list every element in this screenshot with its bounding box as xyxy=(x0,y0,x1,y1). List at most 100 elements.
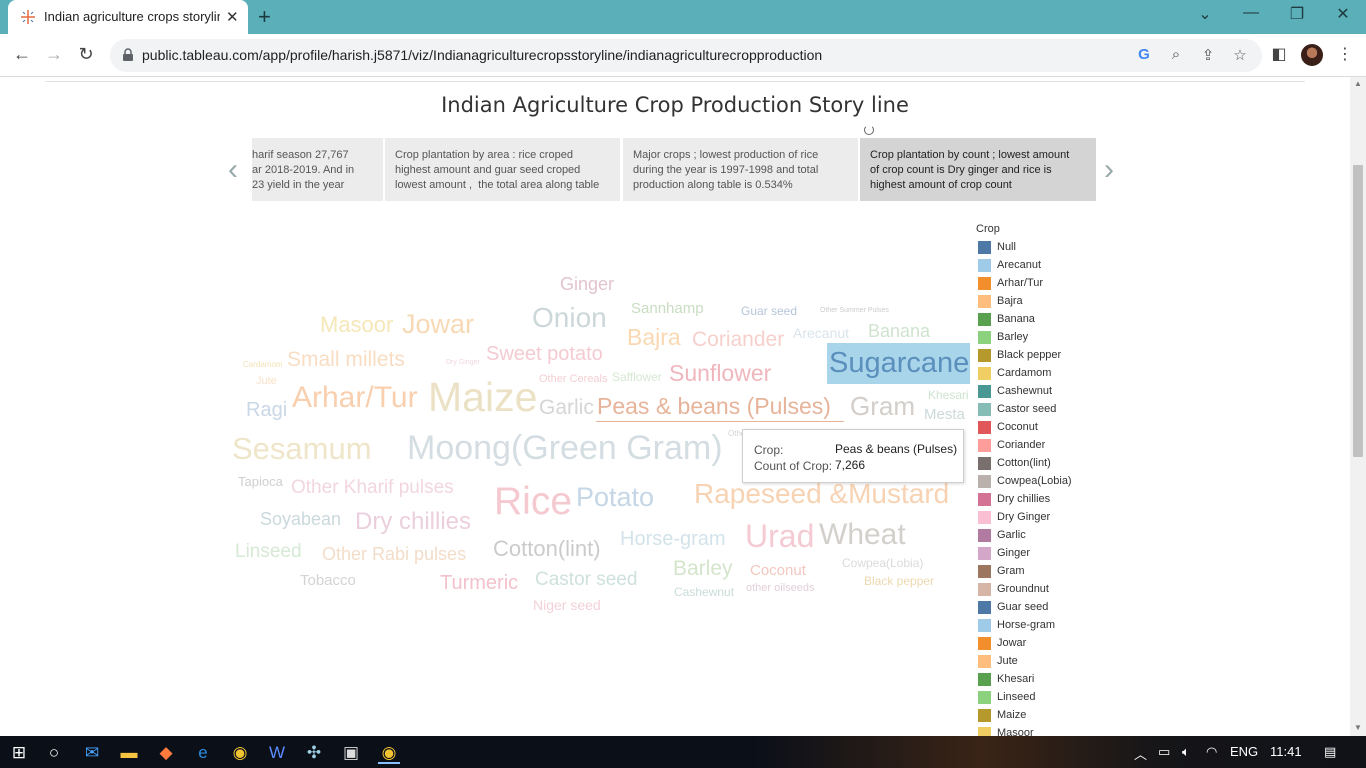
forward-icon[interactable]: → xyxy=(42,44,66,65)
file-explorer-icon[interactable]: ▬ xyxy=(118,742,140,764)
word-jowar[interactable]: Jowar xyxy=(402,311,474,338)
word-dry-ginger[interactable]: Dry Ginger xyxy=(446,359,480,366)
word-moong-green-gram[interactable]: Moong(Green Gram) xyxy=(407,431,723,465)
writer-icon[interactable]: W xyxy=(266,742,288,764)
tableau-icon[interactable]: ✣ xyxy=(303,742,325,764)
word-onion[interactable]: Onion xyxy=(532,304,607,332)
word-soyabean[interactable]: Soyabean xyxy=(260,510,341,528)
word-ragi[interactable]: Ragi xyxy=(246,400,287,420)
wifi-icon[interactable]: ◠ xyxy=(1206,744,1217,760)
word-rice[interactable]: Rice xyxy=(494,482,572,521)
word-tobacco[interactable]: Tobacco xyxy=(300,573,356,588)
word-sugarcane-highlighted[interactable]: Sugarcane xyxy=(827,343,970,384)
tab-close-icon[interactable]: ✕ xyxy=(226,8,239,26)
side-panel-icon[interactable]: ◧ xyxy=(1268,44,1290,64)
word-castor-seed[interactable]: Castor seed xyxy=(535,570,637,589)
word-urad[interactable]: Urad xyxy=(745,520,814,552)
chrome-active-icon[interactable]: ◉ xyxy=(378,742,400,764)
clock[interactable]: 11:41 xyxy=(1270,744,1302,759)
word-other-oilseeds[interactable]: other oilseeds xyxy=(746,583,815,594)
word-safflower[interactable]: Safflower xyxy=(612,371,662,383)
word-horse-gram[interactable]: Horse-gram xyxy=(620,529,726,549)
word-peas-beans-pulses[interactable]: Peas & beans (Pulses) xyxy=(597,395,831,418)
story-next-arrow-icon[interactable]: › xyxy=(1104,153,1114,187)
battery-icon[interactable]: ▭ xyxy=(1158,744,1170,760)
photos-icon[interactable]: ▣ xyxy=(340,742,362,764)
word-cardamom[interactable]: Cardamom xyxy=(243,361,283,369)
notifications-icon[interactable]: ▤ xyxy=(1324,744,1336,760)
profile-avatar[interactable] xyxy=(1301,44,1323,66)
browser-toolbar: ← → ↻ public.tableau.com/app/profile/har… xyxy=(0,34,1366,77)
word-other-cereals[interactable]: Other Cereals xyxy=(539,374,607,385)
word-other-kharif-pulses[interactable]: Other Kharif pulses xyxy=(291,478,454,497)
word-coconut[interactable]: Coconut xyxy=(750,563,806,578)
word-potato[interactable]: Potato xyxy=(576,484,654,511)
chrome-icon[interactable]: ◉ xyxy=(229,742,251,764)
story-point-4-active[interactable]: Crop plantation by count ; lowest amount… xyxy=(860,138,1096,201)
word-dry-chillies[interactable]: Dry chillies xyxy=(355,510,471,534)
word-small-millets[interactable]: Small millets xyxy=(287,349,405,370)
volume-icon[interactable]: 🔈︎ xyxy=(1182,744,1190,760)
search-circle-icon[interactable]: ○ xyxy=(43,742,65,764)
scrollbar-thumb[interactable] xyxy=(1353,165,1363,457)
restore-icon[interactable]: ❐ xyxy=(1282,4,1312,24)
word-ginger[interactable]: Ginger xyxy=(560,275,614,293)
minimize-icon[interactable]: — xyxy=(1236,4,1266,22)
new-tab-button[interactable]: + xyxy=(258,4,271,30)
google-translate-icon[interactable]: G xyxy=(1134,46,1154,63)
word-arecanut[interactable]: Arecanut xyxy=(793,326,849,340)
word-jute[interactable]: Jute xyxy=(256,376,277,387)
tab-search-icon[interactable]: ⌄ xyxy=(1190,4,1220,24)
word-arhar-tur[interactable]: Arhar/Tur xyxy=(292,383,418,413)
word-banana[interactable]: Banana xyxy=(868,322,930,340)
word-gram[interactable]: Gram xyxy=(850,393,915,419)
word-garlic[interactable]: Garlic xyxy=(539,397,594,418)
share-icon[interactable]: ⇪ xyxy=(1198,46,1218,64)
zoom-icon[interactable]: ⌕ xyxy=(1166,46,1186,63)
windows-start-icon[interactable]: ⊞ xyxy=(8,742,30,764)
bookmark-star-icon[interactable]: ☆ xyxy=(1230,46,1250,64)
word-rapeseed-mustard[interactable]: Rapeseed &Mustard xyxy=(694,480,949,508)
word-black-pepper[interactable]: Black pepper xyxy=(864,575,934,587)
word-turmeric[interactable]: Turmeric xyxy=(440,573,518,593)
back-icon[interactable]: ← xyxy=(10,44,34,65)
page-scrollbar[interactable]: ▲ ▼ xyxy=(1350,77,1366,736)
paint-drop-icon[interactable]: ◆ xyxy=(155,742,177,764)
word-other-summer-pulses[interactable]: Other Summer Pulses xyxy=(820,307,889,314)
word-guar-seed[interactable]: Guar seed xyxy=(741,305,797,317)
menu-kebab-icon[interactable]: ⋮ xyxy=(1334,44,1356,64)
story-point-1[interactable]: harif season 27,767 ar 2018-2019. And in… xyxy=(252,138,383,201)
address-bar[interactable]: public.tableau.com/app/profile/harish.j5… xyxy=(110,39,1262,72)
word-wheat[interactable]: Wheat xyxy=(819,520,906,550)
scroll-up-icon[interactable]: ▲ xyxy=(1354,79,1362,88)
story-prev-arrow-icon[interactable]: ‹ xyxy=(228,153,238,187)
word-cotton-lint[interactable]: Cotton(lint) xyxy=(493,538,601,560)
word-barley[interactable]: Barley xyxy=(673,558,733,579)
story-point-2[interactable]: Crop plantation by area : rice croped hi… xyxy=(385,138,620,201)
word-niger-seed[interactable]: Niger seed xyxy=(533,598,601,612)
word-sweet-potato[interactable]: Sweet potato xyxy=(486,344,603,364)
edge-icon[interactable]: e xyxy=(192,742,214,764)
mail-icon[interactable]: ✉ xyxy=(81,742,103,764)
word-maize[interactable]: Maize xyxy=(428,377,537,418)
word-sannhamp[interactable]: Sannhamp xyxy=(631,301,704,316)
reload-icon[interactable]: ↻ xyxy=(74,44,98,65)
word-masoor[interactable]: Masoor xyxy=(320,314,393,336)
word-other-rabi-pulses[interactable]: Other Rabi pulses xyxy=(322,545,466,563)
word-tapioca[interactable]: Tapioca xyxy=(238,475,283,488)
word-sunflower[interactable]: Sunflower xyxy=(669,362,771,385)
scroll-down-icon[interactable]: ▼ xyxy=(1354,723,1362,732)
browser-tab[interactable]: Indian agriculture crops storyline ✕ xyxy=(8,0,248,34)
word-mesta[interactable]: Mesta xyxy=(924,407,965,422)
word-cashewnut[interactable]: Cashewnut xyxy=(674,586,734,598)
window-close-icon[interactable]: ✕ xyxy=(1328,4,1358,24)
language-indicator[interactable]: ENG xyxy=(1230,744,1258,759)
word-bajra[interactable]: Bajra xyxy=(627,326,681,349)
word-linseed[interactable]: Linseed xyxy=(235,542,302,561)
tray-chevron-icon[interactable]: ︿ xyxy=(1134,744,1147,763)
word-khesari[interactable]: Khesari xyxy=(928,389,969,401)
word-sesamum[interactable]: Sesamum xyxy=(232,433,372,464)
story-point-3[interactable]: Major crops ; lowest production of rice … xyxy=(623,138,858,201)
word-coriander[interactable]: Coriander xyxy=(692,329,784,350)
word-cowpea-lobia[interactable]: Cowpea(Lobia) xyxy=(842,557,923,569)
